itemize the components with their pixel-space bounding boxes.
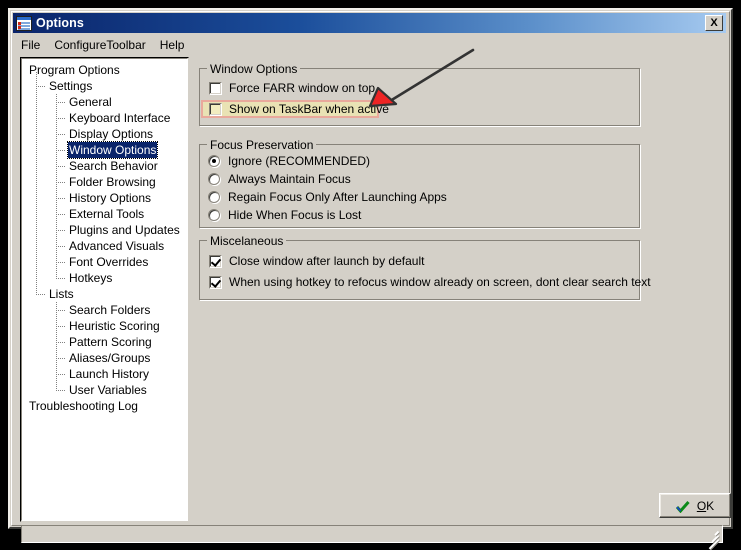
checkbox-show-on-taskbar-label: Show on TaskBar when active [229,102,389,116]
tree-node-label: Plugins and Updates [69,223,180,237]
tree-node-display-options[interactable]: Display Options [22,126,187,142]
menu-item-help[interactable]: Help [153,37,192,53]
settings-content: Window Options Force FARR window on top … [196,58,714,489]
tree-node-label: Display Options [69,127,154,141]
tree-node-label: Settings [49,79,93,93]
tree-node-label: Program Options [29,63,120,77]
tree-node-aliases-groups[interactable]: Aliases/Groups [22,350,187,366]
tree-node-label: History Options [69,191,152,205]
resize-grip[interactable] [707,528,720,550]
options-window: Options X File ConfigureToolbar Help Pro… [8,8,733,550]
tree-node-troubleshooting-log[interactable]: Troubleshooting Log [22,398,187,414]
tree-node-label: Keyboard Interface [69,111,171,125]
tree-node-program-options[interactable]: Program Options [22,62,187,78]
radio-row-hide-when-lost[interactable]: Hide When Focus is Lost [208,208,361,222]
checkbox-force-farr-on-top-label: Force FARR window on top [229,81,376,95]
close-glyph: X [710,16,718,29]
radio-row-always-maintain[interactable]: Always Maintain Focus [208,172,351,186]
tree-node-general[interactable]: General [22,94,187,110]
checkbox-show-on-taskbar[interactable] [209,102,222,116]
tree-node-lists[interactable]: Lists [22,286,187,302]
tree-node-label: Font Overrides [69,255,149,269]
radio-row-regain-focus[interactable]: Regain Focus Only After Launching Apps [208,190,447,204]
radio-regain-focus-after-launch-label: Regain Focus Only After Launching Apps [228,190,447,204]
radio-row-ignore[interactable]: Ignore (RECOMMENDED) [208,154,370,168]
status-bar [21,525,723,550]
tree-node-hotkeys[interactable]: Hotkeys [22,270,187,286]
radio-hide-when-focus-lost[interactable] [208,209,220,221]
tree-node-settings[interactable]: Settings [22,78,187,94]
group-focus-preservation: Focus Preservation Ignore (RECOMMENDED) … [199,138,640,228]
tree-node-label: Search Behavior [69,159,158,173]
group-window-options: Window Options Force FARR window on top … [199,62,640,126]
tree-node-label: Troubleshooting Log [29,399,138,413]
checkbox-dont-clear-search-text-label: When using hotkey to refocus window alre… [229,275,651,289]
tree-node-label: General [69,95,112,109]
tree-node-launch-history[interactable]: Launch History [22,366,187,382]
checkbox-row-close-after-launch[interactable]: Close window after launch by default [209,254,424,268]
tree-node-label: Launch History [69,367,150,381]
tree-node-history-options[interactable]: History Options [22,190,187,206]
menu-item-configuretoolbar[interactable]: ConfigureToolbar [47,37,152,53]
tree-node-font-overrides[interactable]: Font Overrides [22,254,187,270]
settings-tree[interactable]: Program Options Settings General Keyboard I… [21,58,188,521]
tree-node-window-options[interactable]: Window Options [22,141,187,159]
tree-node-label: Folder Browsing [69,175,156,189]
tree-node-heuristic-scoring[interactable]: Heuristic Scoring [22,318,187,334]
window-title: Options [36,16,84,30]
checkbox-close-window-after-launch-label: Close window after launch by default [229,254,425,268]
radio-always-maintain-focus-label: Always Maintain Focus [228,172,351,186]
tree-node-label: Hotkeys [69,271,113,285]
group-window-options-title: Window Options [207,62,301,76]
tree-node-keyboard-interface[interactable]: Keyboard Interface [22,110,187,126]
checkbox-row-force-on-top[interactable]: Force FARR window on top [209,81,375,95]
menu-item-file[interactable]: File [14,37,47,53]
radio-ignore-recommended-label: Ignore (RECOMMENDED) [228,154,371,168]
tree-node-advanced-visuals[interactable]: Advanced Visuals [22,238,187,254]
options-list-icon [16,15,32,31]
tree-node-user-variables[interactable]: User Variables [22,382,187,398]
tree-node-external-tools[interactable]: External Tools [22,206,187,222]
tree-node-label: Aliases/Groups [69,351,151,365]
radio-always-maintain-focus[interactable] [208,173,220,185]
tree-node-label: External Tools [69,207,145,221]
tree-node-label: Window Options [66,141,159,159]
close-icon[interactable]: X [705,15,723,31]
radio-hide-when-focus-lost-label: Hide When Focus is Lost [228,208,362,222]
checkbox-row-dont-clear-search[interactable]: When using hotkey to refocus window alre… [209,275,651,289]
green-check-icon [675,500,690,513]
checkbox-force-farr-on-top[interactable] [209,81,222,95]
checkbox-dont-clear-search-text[interactable] [209,275,222,289]
tree-node-label: Heuristic Scoring [69,319,160,333]
tree-node-label: User Variables [69,383,147,397]
checkbox-close-window-after-launch[interactable] [209,254,222,268]
tree-node-search-folders[interactable]: Search Folders [22,302,187,318]
menu-bar: File ConfigureToolbar Help [14,36,714,54]
radio-regain-focus-after-launch[interactable] [208,191,220,203]
ok-rest-letter: K [706,498,715,513]
group-miscelaneous-title: Miscelaneous [207,234,287,248]
title-bar[interactable]: Options X [13,13,726,33]
tree-node-label: Lists [49,287,74,301]
ok-accel-letter: O [696,498,707,513]
tree-node-folder-browsing[interactable]: Folder Browsing [22,174,187,190]
tree-node-label: Search Folders [69,303,151,317]
tree-node-plugins-and-updates[interactable]: Plugins and Updates [22,222,187,238]
ok-button[interactable]: OK [659,493,731,518]
group-miscelaneous: Miscelaneous Close window after launch b… [199,234,651,300]
radio-ignore-recommended[interactable] [208,155,220,167]
ok-button-label: OK [697,499,714,513]
checkbox-row-show-taskbar[interactable]: Show on TaskBar when active [209,102,389,116]
tree-node-pattern-scoring[interactable]: Pattern Scoring [22,334,187,350]
tree-node-label: Advanced Visuals [69,239,165,253]
group-focus-preservation-title: Focus Preservation [207,138,317,152]
tree-node-search-behavior[interactable]: Search Behavior [22,158,187,174]
tree-node-label: Pattern Scoring [69,335,152,349]
